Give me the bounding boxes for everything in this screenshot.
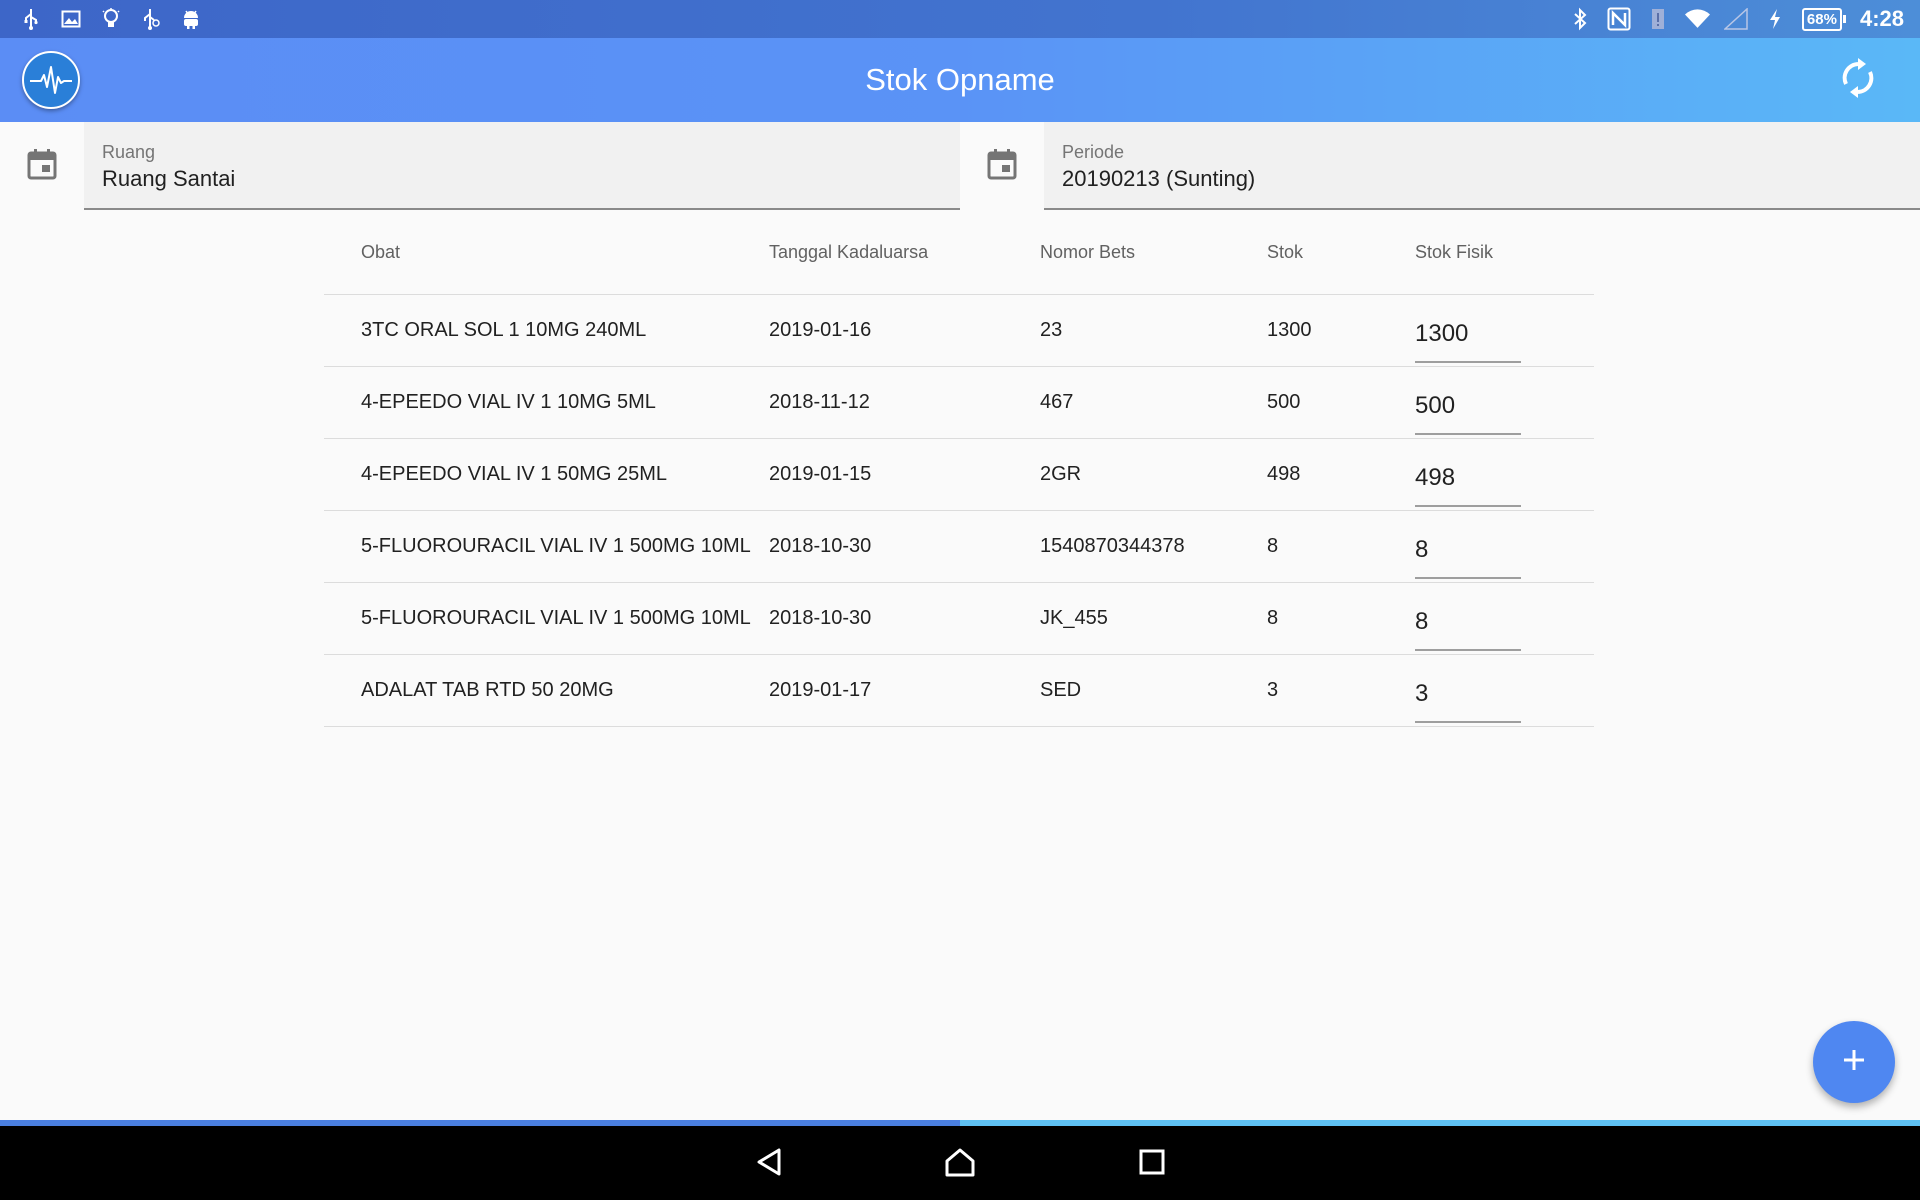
- calendar-icon: [27, 148, 57, 185]
- header-stok: Stok: [1267, 212, 1415, 295]
- add-button[interactable]: [1813, 1021, 1895, 1103]
- cell-obat: 3TC ORAL SOL 1 10MG 240ML: [324, 294, 769, 367]
- navigation-bar: [0, 1126, 1920, 1200]
- stok-fisik-input[interactable]: [1415, 307, 1521, 363]
- cell-obat: 4-EPEEDO VIAL IV 1 50MG 25ML: [324, 438, 769, 511]
- home-icon: [944, 1147, 976, 1182]
- ruang-label: Ruang: [102, 142, 156, 162]
- signal-icon: [1724, 7, 1749, 32]
- cell-stok: 8: [1267, 582, 1415, 655]
- heartbeat-logo[interactable]: [22, 51, 80, 109]
- cell-obat: ADALAT TAB RTD 50 20MG: [324, 654, 769, 727]
- filter-row: Ruang Ruang Santai Periode 20190213 (Sun…: [0, 122, 1920, 212]
- ruang-calendar-button[interactable]: [26, 148, 58, 184]
- plus-icon: [1841, 1047, 1867, 1078]
- table-row: ADALAT TAB RTD 50 20MG 2019-01-17 SED 3: [324, 654, 1594, 727]
- cell-tanggal: 2018-11-12: [769, 366, 1040, 439]
- cell-bets: SED: [1040, 654, 1267, 727]
- cell-obat: 5-FLUOROURACIL VIAL IV 1 500MG 10ML: [324, 510, 769, 583]
- bulb-icon: [98, 6, 123, 31]
- periode-field[interactable]: Periode 20190213 (Sunting): [1044, 122, 1920, 210]
- header-stok-fisik: Stok Fisik: [1415, 212, 1594, 295]
- header-tanggal-kadaluarsa: Tanggal Kadaluarsa: [769, 212, 1040, 295]
- periode-label: Periode: [1062, 142, 1125, 162]
- notification-icons: [18, 6, 203, 31]
- ruang-value: Ruang Santai: [102, 166, 236, 191]
- alert-icon: [1646, 7, 1671, 32]
- cell-bets: JK_455: [1040, 582, 1267, 655]
- stok-fisik-input[interactable]: [1415, 523, 1521, 579]
- table-row: 3TC ORAL SOL 1 10MG 240ML 2019-01-16 23 …: [324, 294, 1594, 367]
- cell-obat: 5-FLUOROURACIL VIAL IV 1 500MG 10ML: [324, 582, 769, 655]
- sync-button[interactable]: [1836, 57, 1880, 103]
- header-nomor-bets: Nomor Bets: [1040, 212, 1267, 295]
- charging-icon: [1763, 7, 1788, 32]
- header-obat: Obat: [324, 212, 769, 295]
- usb-debug-icon: [138, 6, 163, 31]
- calendar-icon: [987, 148, 1017, 185]
- clock: 4:28: [1859, 6, 1904, 31]
- home-button[interactable]: [940, 1144, 980, 1184]
- recents-button[interactable]: [1132, 1144, 1172, 1184]
- cell-bets: 467: [1040, 366, 1267, 439]
- wifi-icon: [1684, 7, 1710, 32]
- image-icon: [58, 6, 83, 31]
- stock-table: Obat Tanggal Kadaluarsa Nomor Bets Stok …: [324, 212, 1594, 727]
- recents-icon: [1138, 1148, 1166, 1181]
- table-header-row: Obat Tanggal Kadaluarsa Nomor Bets Stok …: [324, 212, 1594, 295]
- stok-fisik-input[interactable]: [1415, 379, 1521, 435]
- app-bar: Stok Opname: [0, 38, 1920, 122]
- cell-tanggal: 2018-10-30: [769, 582, 1040, 655]
- cell-tanggal: 2019-01-16: [769, 294, 1040, 367]
- back-button[interactable]: [750, 1144, 790, 1184]
- table-row: 4-EPEEDO VIAL IV 1 10MG 5ML 2018-11-12 4…: [324, 366, 1594, 439]
- cell-obat: 4-EPEEDO VIAL IV 1 10MG 5ML: [324, 366, 769, 439]
- status-bar: 68% 4:28: [0, 0, 1920, 38]
- nfc-icon: [1607, 7, 1632, 32]
- stok-fisik-input[interactable]: [1415, 667, 1521, 723]
- periode-calendar-button[interactable]: [986, 148, 1018, 184]
- usb-icon: [18, 6, 43, 31]
- cell-bets: 2GR: [1040, 438, 1267, 511]
- cell-stok: 8: [1267, 510, 1415, 583]
- cell-bets: 1540870344378: [1040, 510, 1267, 583]
- cell-tanggal: 2019-01-15: [769, 438, 1040, 511]
- periode-value: 20190213 (Sunting): [1062, 166, 1256, 191]
- table-row: 5-FLUOROURACIL VIAL IV 1 500MG 10ML 2018…: [324, 510, 1594, 583]
- cell-stok: 3: [1267, 654, 1415, 727]
- ruang-field[interactable]: Ruang Ruang Santai: [84, 122, 960, 210]
- cell-tanggal: 2018-10-30: [769, 510, 1040, 583]
- stok-fisik-input[interactable]: [1415, 451, 1521, 507]
- stok-fisik-input[interactable]: [1415, 595, 1521, 651]
- cell-stok: 498: [1267, 438, 1415, 511]
- cell-tanggal: 2019-01-17: [769, 654, 1040, 727]
- page-title: Stok Opname: [865, 62, 1055, 97]
- system-status-icons: 68% 4:28: [1568, 4, 1904, 34]
- cell-stok: 500: [1267, 366, 1415, 439]
- stock-table-grid: Obat Tanggal Kadaluarsa Nomor Bets Stok …: [324, 212, 1594, 727]
- cell-bets: 23: [1040, 294, 1267, 367]
- back-icon: [755, 1147, 785, 1182]
- sync-icon: [1840, 57, 1876, 103]
- cell-stok: 1300: [1267, 294, 1415, 367]
- battery-level: 68%: [1801, 7, 1842, 31]
- table-row: 5-FLUOROURACIL VIAL IV 1 500MG 10ML 2018…: [324, 582, 1594, 655]
- android-icon: [178, 6, 203, 31]
- bluetooth-icon: [1568, 7, 1593, 32]
- table-row: 4-EPEEDO VIAL IV 1 50MG 25ML 2019-01-15 …: [324, 438, 1594, 511]
- battery-indicator: 68%: [1801, 7, 1846, 31]
